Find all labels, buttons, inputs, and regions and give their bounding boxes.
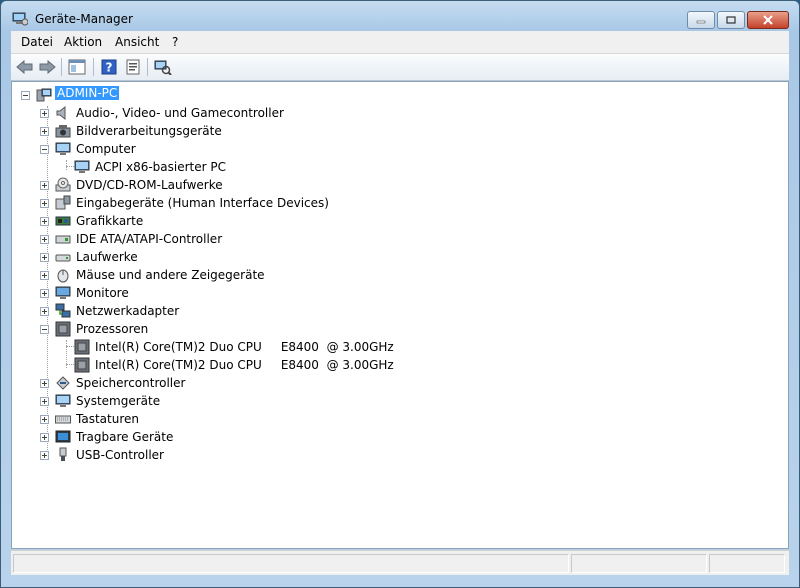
tree-category-item[interactable]: Tragbare Geräte xyxy=(76,430,173,444)
status-cell-2 xyxy=(571,554,707,573)
device-tree[interactable]: ADMIN-PC Audio-, Video- und Gamecontroll… xyxy=(11,81,789,549)
minimize-icon xyxy=(696,20,706,24)
window-title: Geräte-Manager xyxy=(35,12,133,26)
tree-category-item[interactable]: Prozessoren xyxy=(76,322,148,336)
console-tree-button[interactable] xyxy=(67,58,87,76)
toolbar-separator xyxy=(93,58,94,76)
menu-bar: Datei Aktion Ansicht ? xyxy=(11,31,789,54)
scan-hardware-button[interactable] xyxy=(153,58,173,76)
back-button[interactable] xyxy=(15,58,35,76)
usb-icon xyxy=(55,447,71,463)
maximize-button[interactable] xyxy=(717,11,745,29)
toolbar: ? xyxy=(11,54,789,81)
dvd-drive-icon xyxy=(55,177,71,193)
back-icon xyxy=(16,60,33,74)
properties-button[interactable] xyxy=(123,58,143,76)
camera-icon xyxy=(55,123,71,139)
forward-button[interactable] xyxy=(37,58,57,76)
tree-category-item[interactable]: Laufwerke xyxy=(76,250,138,264)
device-manager-app-icon xyxy=(12,12,29,26)
expand-toggle[interactable] xyxy=(40,415,49,424)
monitor-icon xyxy=(55,285,71,301)
tree-category-item[interactable]: USB-Controller xyxy=(76,448,164,462)
tree-device-item[interactable]: Intel(R) Core(TM)2 Duo CPU E8400 @ 3.00G… xyxy=(95,358,394,372)
title-bar[interactable]: Geräte-Manager xyxy=(1,1,799,31)
tree-device-item[interactable]: Intel(R) Core(TM)2 Duo CPU E8400 @ 3.00G… xyxy=(95,340,394,354)
help-icon: ? xyxy=(101,59,117,75)
computer-icon xyxy=(74,159,90,175)
tree-category-item[interactable]: Bildverarbeitungsgeräte xyxy=(76,124,222,138)
menu-help[interactable]: ? xyxy=(172,35,178,49)
expand-toggle[interactable] xyxy=(40,307,49,316)
status-bar xyxy=(11,550,789,575)
expand-toggle[interactable] xyxy=(40,271,49,280)
ide-controller-icon xyxy=(55,231,71,247)
menu-datei[interactable]: Datei xyxy=(21,35,53,49)
tree-device-item[interactable]: ACPI x86-basierter PC xyxy=(95,160,226,174)
computer-icon xyxy=(55,141,71,157)
device-manager-window: Geräte-Manager Datei Aktion Ansicht ? ? … xyxy=(0,0,800,588)
properties-icon xyxy=(126,59,140,75)
close-button[interactable] xyxy=(747,11,789,29)
disk-drive-icon xyxy=(55,249,71,265)
tree-category-item[interactable]: Eingabegeräte (Human Interface Devices) xyxy=(76,196,329,210)
collapse-root-toggle[interactable] xyxy=(21,91,30,100)
toolbar-separator xyxy=(147,58,148,76)
tree-category-item[interactable]: Systemgeräte xyxy=(76,394,160,408)
tree-root-admin-pc[interactable]: ADMIN-PC xyxy=(55,86,120,100)
caption-buttons xyxy=(687,11,789,29)
system-devices-icon xyxy=(55,393,71,409)
tree-category-item[interactable]: Netzwerkadapter xyxy=(76,304,179,318)
close-icon xyxy=(763,15,773,25)
tree-category-item[interactable]: DVD/CD-ROM-Laufwerke xyxy=(76,178,223,192)
status-cell-main xyxy=(13,554,569,573)
speaker-icon xyxy=(55,105,71,121)
display-adapter-icon xyxy=(55,213,71,229)
status-cell-3 xyxy=(709,554,785,573)
storage-controller-icon xyxy=(55,375,71,391)
tree-category-item[interactable]: Monitore xyxy=(76,286,129,300)
forward-icon xyxy=(39,60,56,74)
help-button[interactable]: ? xyxy=(99,58,119,76)
expand-toggle[interactable] xyxy=(40,235,49,244)
computer-icon xyxy=(36,87,52,103)
processor-icon xyxy=(74,357,90,373)
processor-icon xyxy=(74,339,90,355)
expand-toggle[interactable] xyxy=(40,289,49,298)
hid-icon xyxy=(55,195,71,211)
toolbar-separator xyxy=(61,58,62,76)
menu-ansicht[interactable]: Ansicht xyxy=(115,35,159,49)
expand-toggle[interactable] xyxy=(40,433,49,442)
minimize-button[interactable] xyxy=(687,11,715,29)
tree-category-item[interactable]: Grafikkarte xyxy=(76,214,143,228)
tree-category-item[interactable]: IDE ATA/ATAPI-Controller xyxy=(76,232,222,246)
expand-toggle[interactable] xyxy=(40,199,49,208)
collapse-toggle[interactable] xyxy=(40,145,49,154)
tree-category-item[interactable]: Audio-, Video- und Gamecontroller xyxy=(76,106,284,120)
processor-icon xyxy=(55,321,71,337)
console-tree-icon xyxy=(68,59,86,75)
mouse-icon xyxy=(55,267,71,283)
tree-category-item[interactable]: Tastaturen xyxy=(76,412,139,426)
network-adapter-icon xyxy=(55,303,71,319)
tree-category-item[interactable]: Computer xyxy=(76,142,136,156)
tree-line xyxy=(66,160,68,170)
scan-hardware-icon xyxy=(154,60,172,75)
expand-toggle[interactable] xyxy=(40,379,49,388)
expand-toggle[interactable] xyxy=(40,253,49,262)
svg-text:?: ? xyxy=(106,61,113,75)
expand-toggle[interactable] xyxy=(40,217,49,226)
menu-aktion[interactable]: Aktion xyxy=(64,35,102,49)
portable-device-icon xyxy=(55,429,71,445)
maximize-icon xyxy=(726,16,736,24)
tree-category-item[interactable]: Speichercontroller xyxy=(76,376,185,390)
tree-category-item[interactable]: Mäuse und andere Zeigegeräte xyxy=(76,268,265,282)
expand-toggle[interactable] xyxy=(40,109,49,118)
expand-toggle[interactable] xyxy=(40,451,49,460)
expand-toggle[interactable] xyxy=(40,397,49,406)
keyboard-icon xyxy=(55,411,71,427)
expand-toggle[interactable] xyxy=(40,181,49,190)
collapse-toggle[interactable] xyxy=(40,325,49,334)
expand-toggle[interactable] xyxy=(40,127,49,136)
